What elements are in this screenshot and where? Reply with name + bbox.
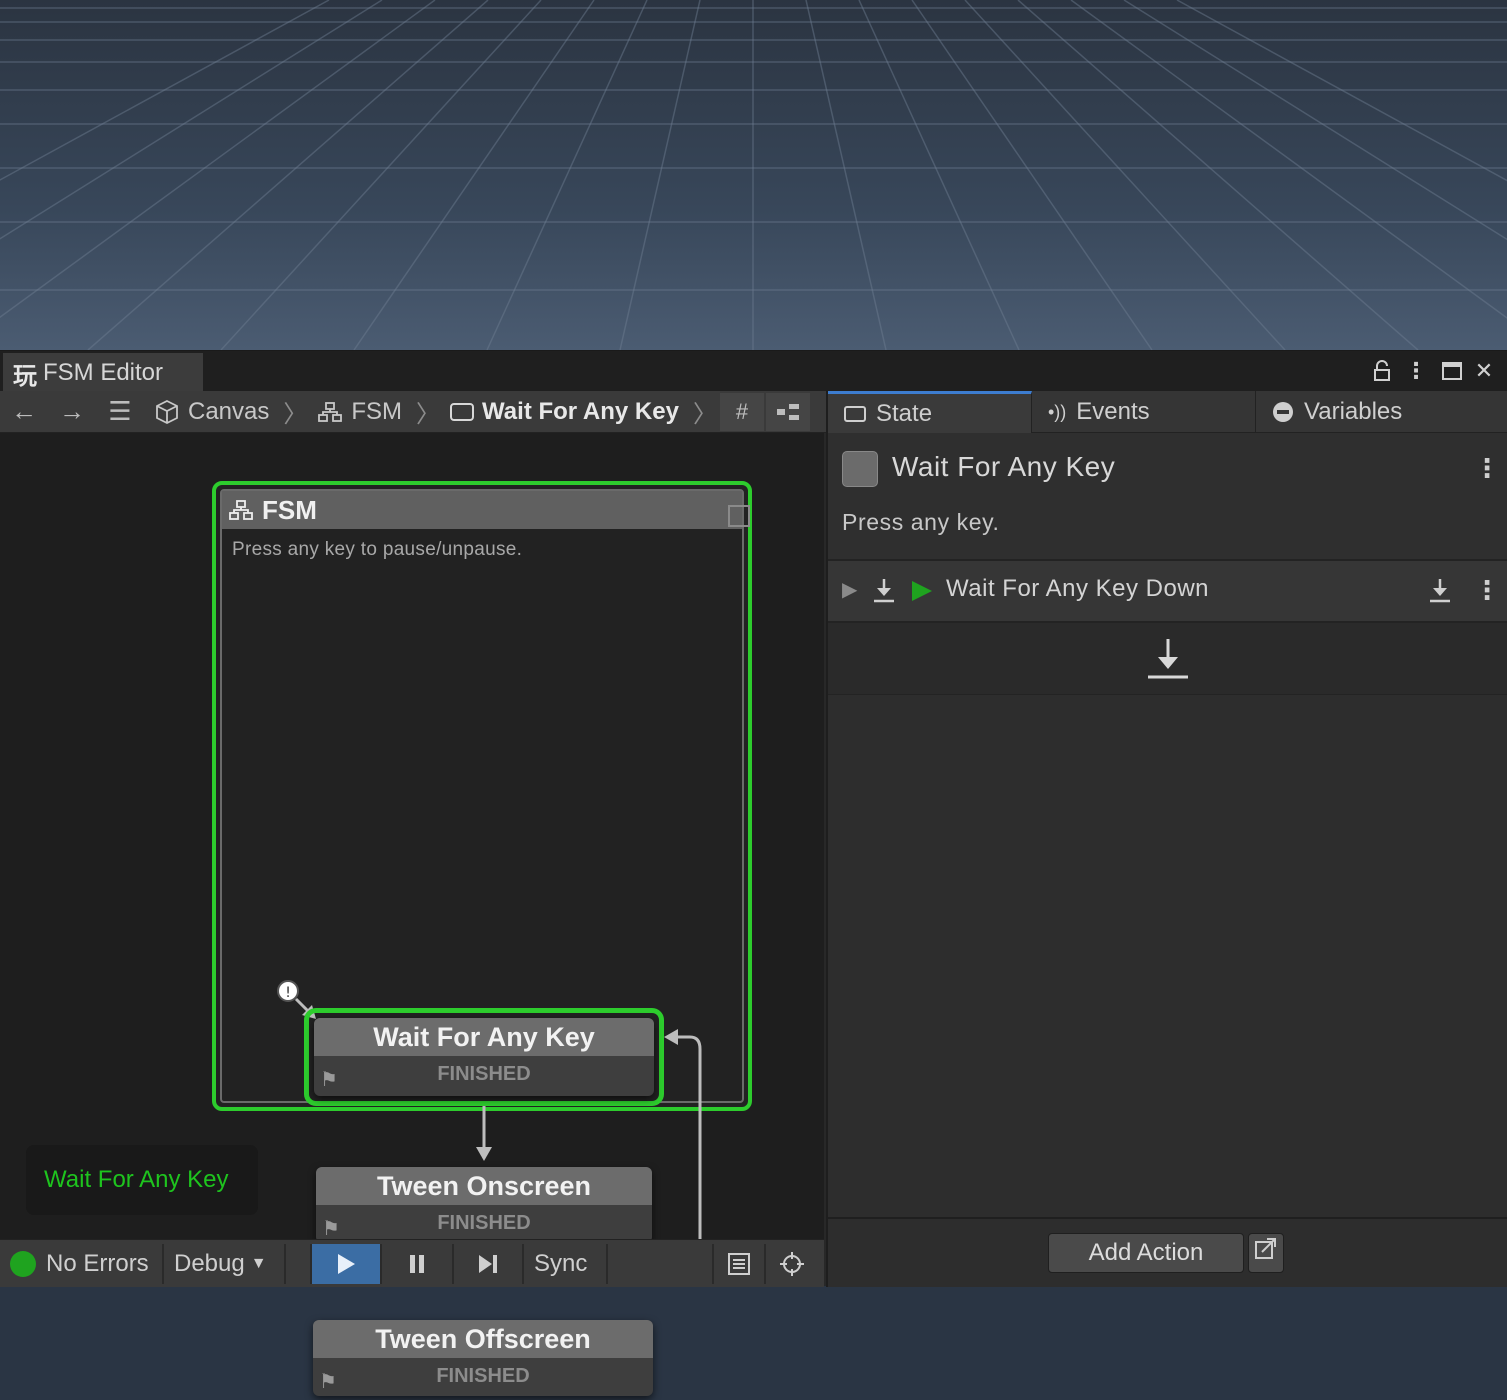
transition-event[interactable]: ⚑ FINISHED	[314, 1056, 654, 1094]
action-label: Wait For Any Key Down	[946, 575, 1210, 602]
state-icon	[844, 405, 866, 422]
spacer	[286, 1243, 312, 1284]
fsm-title: FSM	[262, 494, 317, 525]
menu-icon[interactable]: ☰	[96, 396, 144, 427]
state-node-tween-onscreen[interactable]: Tween Onscreen ⚑ FINISHED	[316, 1167, 652, 1243]
chevron-right-icon: 〉	[283, 401, 308, 428]
state-header: Wait For Any Key ⋮ Press any key.	[828, 433, 1507, 561]
fsm-toolbar: ← → ☰ Canvas 〉 FSM 〉 Wait For Any Key 〉 …	[0, 391, 826, 433]
kebab-menu-icon[interactable]: ⋮	[1402, 357, 1430, 385]
download-icon	[1148, 639, 1188, 679]
crosshair-icon[interactable]	[766, 1244, 818, 1284]
forward-arrow-icon[interactable]: →	[48, 396, 96, 427]
finish-flag-icon: ⚑	[320, 1069, 338, 1091]
grid-floor	[0, 0, 1507, 350]
expand-icon[interactable]	[728, 505, 750, 527]
state-name-field[interactable]: Wait For Any Key	[892, 451, 1115, 483]
scene-view-background	[0, 0, 1507, 350]
state-node-wait-for-any-key[interactable]: Wait For Any Key ⚑ FINISHED	[314, 1018, 654, 1096]
chevron-right-icon: 〉	[416, 401, 441, 428]
debug-label: Debug	[174, 1249, 245, 1277]
graph-canvas[interactable]: FSM Press any key to pause/unpause. ! Wa…	[0, 433, 824, 1396]
fsm-description: Press any key to pause/unpause.	[232, 539, 523, 560]
event-label: FINISHED	[436, 1365, 530, 1387]
state-title: Tween Onscreen	[316, 1167, 652, 1205]
action-drop-zone[interactable]	[828, 623, 1507, 695]
status-ok-icon	[10, 1250, 36, 1277]
inspector-tabs: State •)) Events Variables	[828, 391, 1507, 433]
back-arrow-icon[interactable]: ←	[0, 396, 48, 427]
download-icon[interactable]	[872, 577, 896, 603]
status-bar: No Errors Debug ▼ Sync	[0, 1239, 824, 1287]
breadcrumb-canvas[interactable]: Canvas	[154, 398, 269, 426]
event-label: FINISHED	[437, 1212, 531, 1234]
finish-flag-icon: ⚑	[319, 1371, 337, 1393]
pause-button[interactable]	[382, 1243, 454, 1284]
window-title: FSM Editor	[43, 359, 164, 386]
event-label: FINISHED	[437, 1063, 531, 1085]
popout-icon[interactable]	[1248, 1233, 1284, 1273]
kebab-menu-icon[interactable]: ⋮	[1474, 453, 1500, 484]
lock-icon[interactable]	[1368, 357, 1396, 385]
step-button[interactable]	[454, 1243, 524, 1284]
tab-label: State	[876, 399, 933, 427]
playmaker-icon: 玩	[13, 362, 37, 390]
fsm-header: FSM	[222, 491, 750, 529]
tab-events[interactable]: •)) Events	[1032, 391, 1256, 433]
transition-event[interactable]: ⚑ FINISHED	[313, 1358, 653, 1396]
error-status-label: No Errors	[46, 1249, 149, 1277]
close-icon[interactable]: ✕	[1470, 357, 1498, 385]
kebab-menu-icon[interactable]: ⋮	[1474, 575, 1500, 606]
breadcrumb-label: FSM	[351, 397, 403, 425]
inspector-panel: State •)) Events Variables Wait For Any …	[826, 391, 1507, 1287]
action-row[interactable]: ▶ Wait For Any Key Down ⋮	[828, 561, 1507, 623]
tab-label: Variables	[1304, 398, 1403, 425]
broadcast-icon: •))	[1048, 401, 1067, 422]
fsm-hierarchy-icon	[229, 500, 253, 520]
state-node-tween-offscreen[interactable]: Tween Offscreen ⚑ FINISHED	[313, 1320, 653, 1396]
variables-icon	[1273, 402, 1293, 422]
add-action-button[interactable]: Add Action	[1048, 1233, 1244, 1273]
state-title: Wait For Any Key	[314, 1018, 654, 1056]
error-status[interactable]: No Errors	[0, 1243, 164, 1284]
log-icon[interactable]	[714, 1243, 766, 1284]
state-icon	[450, 402, 475, 421]
expand-arrow-icon[interactable]: ▶	[842, 577, 857, 602]
tab-variables[interactable]: Variables	[1256, 391, 1507, 433]
title-bar: 玩 FSM Editor ⋮ ✕	[0, 351, 1507, 391]
breadcrumb-label: Canvas	[188, 397, 270, 425]
chevron-right-icon: 〉	[692, 401, 717, 428]
breadcrumb-fsm[interactable]: FSM	[317, 398, 402, 426]
state-title: Tween Offscreen	[313, 1320, 653, 1358]
action-toolbar: Add Action	[828, 1217, 1507, 1287]
download-icon[interactable]	[1428, 577, 1452, 603]
window-tab[interactable]: 玩 FSM Editor	[3, 353, 203, 391]
sync-button[interactable]: Sync	[524, 1243, 608, 1284]
breadcrumb-state[interactable]: Wait For Any Key	[450, 398, 679, 426]
play-button[interactable]	[312, 1243, 382, 1284]
layout-icon[interactable]	[766, 393, 810, 431]
enabled-play-icon[interactable]	[910, 579, 934, 603]
transition-event[interactable]: ⚑ FINISHED	[316, 1205, 652, 1243]
gameobject-cube-icon	[156, 399, 178, 424]
maximize-icon[interactable]	[1438, 357, 1466, 385]
debug-dropdown[interactable]: Debug ▼	[164, 1243, 286, 1284]
sync-label: Sync	[534, 1249, 588, 1277]
spacer	[608, 1243, 714, 1284]
tab-label: Events	[1076, 398, 1150, 425]
breadcrumb-label: Wait For Any Key	[482, 397, 679, 425]
fsm-hierarchy-icon	[318, 401, 343, 422]
grid-snap-icon[interactable]: #	[720, 393, 764, 431]
fsm-editor-window: 玩 FSM Editor ⋮ ✕ ← → ☰ Canvas 〉 FSM 〉 Wa…	[0, 350, 1507, 1396]
tab-state[interactable]: State	[828, 391, 1032, 433]
active-state-badge: Wait For Any Key	[26, 1145, 258, 1215]
state-description-field[interactable]: Press any key.	[842, 509, 1000, 536]
state-color-swatch[interactable]	[842, 451, 878, 487]
dropdown-arrow-icon: ▼	[250, 1254, 267, 1272]
